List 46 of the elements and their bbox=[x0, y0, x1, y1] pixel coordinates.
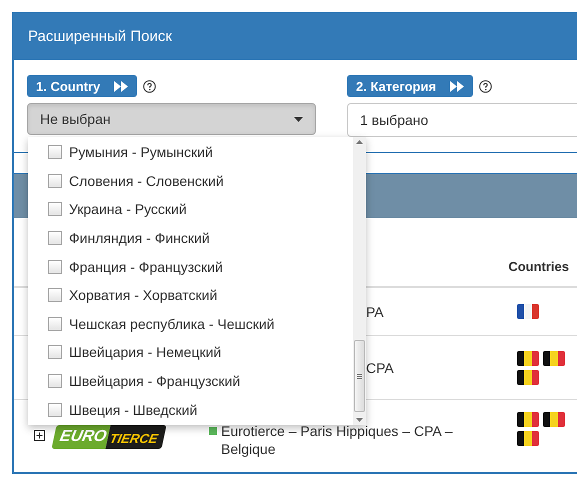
option-item[interactable]: Словения - Словенский bbox=[28, 166, 353, 196]
caret-icon bbox=[294, 116, 303, 122]
option-item[interactable]: Украина - Русский bbox=[28, 195, 353, 224]
flag-icon bbox=[517, 431, 539, 446]
option-item[interactable]: Хорватия - Хорватский bbox=[28, 280, 353, 310]
checkbox[interactable] bbox=[48, 402, 62, 417]
row-title: CPA bbox=[366, 360, 394, 376]
fast-forward-icon bbox=[114, 80, 128, 92]
row-title: Eurotierce – Paris Hippiques – CPA – Belgique bbox=[221, 422, 454, 458]
scroll-up-icon[interactable] bbox=[356, 140, 363, 144]
help-icon bbox=[143, 80, 156, 92]
help-icon bbox=[479, 80, 492, 92]
checkbox[interactable] bbox=[48, 145, 62, 160]
category-field[interactable]: 1 выбрано bbox=[347, 103, 577, 137]
checkbox[interactable] bbox=[48, 260, 62, 274]
flag-icon bbox=[543, 412, 565, 427]
option-item[interactable]: Швеция - Шведский bbox=[28, 395, 353, 424]
step-label: 2. Категория bbox=[347, 75, 474, 97]
scrollbar[interactable] bbox=[353, 137, 366, 425]
flag-icon bbox=[517, 350, 539, 366]
option-item[interactable]: Франция - Французский bbox=[28, 252, 353, 281]
scroll-thumb[interactable] bbox=[354, 340, 365, 412]
flag-icon bbox=[517, 370, 539, 384]
checkbox[interactable] bbox=[48, 288, 62, 302]
option-item[interactable]: Румыния - Румынский bbox=[28, 138, 353, 167]
option-item[interactable]: Швейцария - Французский bbox=[28, 366, 353, 396]
fast-forward-icon bbox=[450, 80, 464, 92]
scroll-down-icon[interactable] bbox=[356, 418, 363, 422]
checkbox[interactable] bbox=[48, 316, 62, 331]
checkbox[interactable] bbox=[48, 202, 62, 216]
flag-icon bbox=[517, 304, 539, 319]
option-item[interactable]: Финляндия - Финский bbox=[28, 224, 353, 252]
flag-icon bbox=[543, 350, 565, 366]
row-title: PA bbox=[366, 304, 384, 320]
option-item[interactable]: Чешская республика - Чешский bbox=[28, 310, 353, 338]
expand-icon[interactable] bbox=[34, 430, 44, 440]
panel-title: Расширенный Поиск bbox=[28, 28, 172, 44]
checkbox[interactable] bbox=[48, 174, 62, 188]
checkbox[interactable] bbox=[48, 374, 62, 388]
checkbox[interactable] bbox=[48, 345, 62, 360]
step-label: 1. Country bbox=[27, 75, 138, 97]
option-item[interactable]: Швейцария - Немецкий bbox=[28, 338, 353, 367]
country-select[interactable]: Не выбран bbox=[27, 103, 316, 135]
checkbox[interactable] bbox=[48, 231, 62, 246]
column-header: Countries bbox=[508, 259, 569, 274]
flag-icon bbox=[517, 412, 539, 427]
